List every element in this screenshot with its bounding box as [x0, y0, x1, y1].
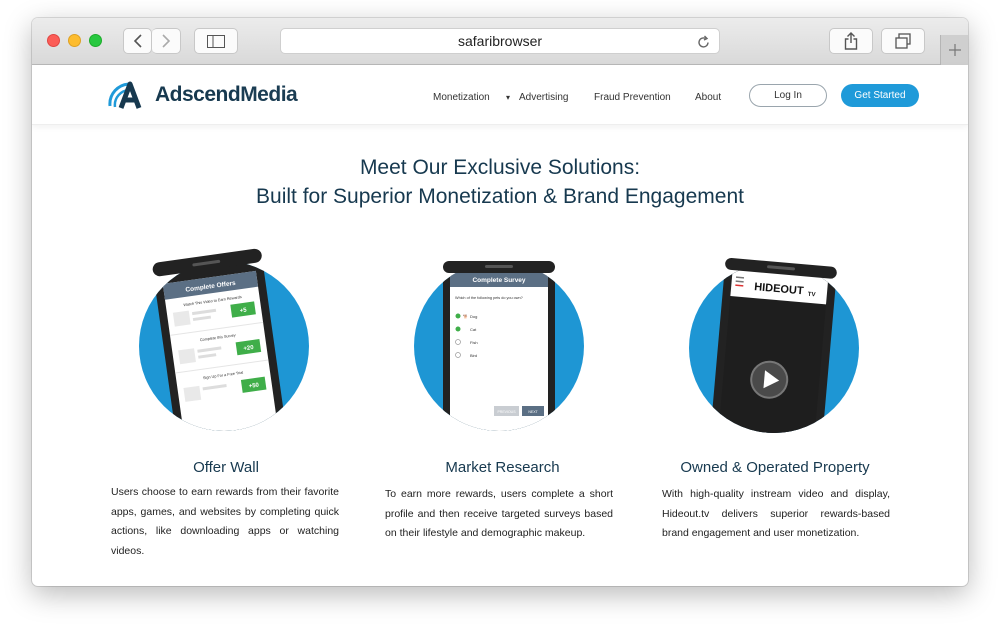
survey-option-bird: Bird — [470, 353, 477, 358]
feature-desc-market-research: To earn more rewards, users complete a s… — [385, 488, 613, 539]
section-heading-line1: Meet Our Exclusive Solutions: — [359, 156, 641, 179]
feature-desc-offer-wall: Users choose to earn rewards from their … — [111, 486, 339, 557]
reload-icon[interactable] — [696, 33, 711, 57]
svg-text:🐕: 🐕 — [463, 314, 468, 319]
survey-option-fish: Fish — [470, 340, 478, 345]
plus-icon — [948, 44, 961, 56]
close-window-button[interactable] — [47, 34, 60, 47]
market-research-illustration: Complete Survey Which of the following p… — [414, 261, 584, 431]
site-logo[interactable]: AdscendMedia — [108, 80, 298, 110]
nav-item-about[interactable]: About — [695, 92, 721, 103]
share-icon — [844, 32, 858, 50]
nav-item-advertising[interactable]: Advertising — [519, 92, 568, 103]
survey-next-button: NEXT — [528, 410, 538, 414]
feature-title-offer-wall: Offer Wall — [193, 459, 259, 476]
chevron-right-icon — [162, 34, 171, 48]
feature-desc-owned-property: With high-quality instream video and dis… — [662, 488, 890, 539]
share-button[interactable] — [829, 28, 873, 54]
site-navbar: AdscendMedia Monetization ▾ Advertising … — [32, 65, 968, 125]
sidebar-button[interactable] — [194, 28, 238, 54]
tabs-icon — [895, 33, 911, 49]
survey-header-text: Complete Survey — [472, 277, 525, 284]
get-started-button[interactable]: Get Started — [841, 84, 919, 107]
survey-option-dog: Dog — [470, 314, 477, 319]
feature-title-owned-property: Owned & Operated Property — [680, 459, 870, 476]
survey-option-cat: Cat — [470, 327, 477, 332]
login-button[interactable]: Log In — [749, 84, 827, 107]
minimize-window-button[interactable] — [68, 34, 81, 47]
hideout-brand-suffix: TV — [808, 292, 816, 299]
offer-wall-illustration: Complete Offers Watch This Video to Earn… — [139, 248, 309, 431]
zoom-window-button[interactable] — [89, 34, 102, 47]
adscend-logo-icon — [108, 81, 142, 109]
back-button[interactable] — [123, 28, 152, 54]
logo-text-adscend: Adscend — [155, 83, 241, 106]
address-bar[interactable]: safaribrowser — [280, 28, 720, 54]
survey-question: Which of the following pets do you own? — [455, 296, 523, 300]
caret-down-icon: ▾ — [506, 93, 511, 102]
section-heading-line2: Built for Superior Monetization & Brand … — [256, 185, 744, 208]
nav-item-monetization[interactable]: Monetization — [433, 92, 490, 103]
nav-item-fraud-prevention[interactable]: Fraud Prevention — [594, 92, 671, 103]
new-tab-button[interactable] — [940, 35, 968, 65]
address-text: safaribrowser — [457, 33, 543, 49]
chevron-left-icon — [133, 34, 142, 48]
browser-toolbar: safaribrowser — [32, 18, 968, 65]
sidebar-icon — [207, 34, 225, 48]
hideout-tv-illustration: HIDEOUT TV — [689, 257, 859, 433]
browser-window: safaribrowser AdscendMedia Monetization … — [32, 18, 968, 586]
tabs-overview-button[interactable] — [881, 28, 925, 54]
logo-text-media: Media — [240, 83, 298, 106]
feature-title-market-research: Market Research — [445, 459, 560, 476]
forward-button[interactable] — [152, 28, 181, 54]
survey-prev-button: PREVIOUS — [497, 410, 516, 414]
